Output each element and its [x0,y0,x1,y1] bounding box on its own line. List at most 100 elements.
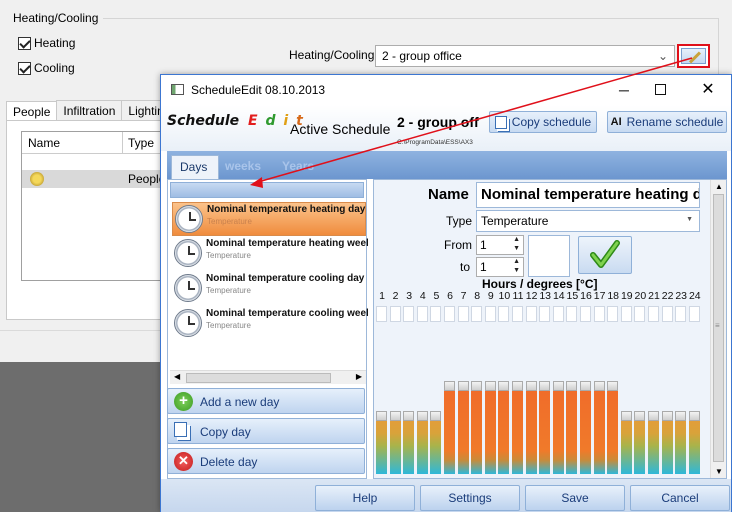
scroll-thumb[interactable] [186,373,331,383]
hour-bar[interactable] [498,381,510,474]
value-box[interactable] [528,235,570,277]
hour-bar[interactable] [484,381,496,474]
hour-bar[interactable] [389,411,401,474]
hour-value-cell[interactable] [566,306,578,322]
hour-value-cell[interactable] [430,306,442,322]
tab-infiltration[interactable]: Infiltration [56,100,123,121]
hour-bar-handle[interactable] [688,411,700,421]
list-item[interactable]: Nominal temperature heating week Tempera… [172,237,368,271]
hour-bar[interactable] [444,381,455,474]
scroll-down-icon[interactable]: ▼ [715,467,723,476]
hour-bar-handle[interactable] [512,381,523,391]
hour-bar-handle[interactable] [471,381,483,391]
hour-value-cell[interactable] [525,306,537,322]
help-button[interactable]: Help [315,485,415,511]
hour-bar-handle[interactable] [403,411,415,421]
hour-bar[interactable] [593,381,605,474]
spin-up-icon[interactable]: ▲ [513,236,520,243]
hour-value-cell[interactable] [539,306,551,322]
tab-people[interactable]: People [6,101,58,122]
hour-value-cell[interactable] [471,306,483,322]
to-spinner[interactable]: 1 ▲ ▼ [476,257,524,277]
tab-days[interactable]: Days [171,155,219,179]
hour-value-cell[interactable] [688,306,700,322]
hour-bar-handle[interactable] [525,381,537,391]
hour-bar-handle[interactable] [593,381,605,391]
editor-vscrollbar[interactable]: ▲ ≡ ▼ [710,180,726,478]
hour-value-cell[interactable] [389,306,401,322]
hour-bar[interactable] [552,381,564,474]
hour-bar-handle[interactable] [580,381,591,391]
hour-bar-handle[interactable] [634,411,646,421]
hour-bar[interactable] [471,381,483,474]
hour-value-cell[interactable] [376,306,387,322]
hour-bar-handle[interactable] [539,381,551,391]
hour-bar-handle[interactable] [620,411,632,421]
maximize-icon[interactable] [655,84,666,95]
hour-bar[interactable] [688,411,700,474]
grid-row[interactable]: People [22,170,165,188]
hour-bar-handle[interactable] [430,411,442,421]
tab-weeks[interactable]: weeks [225,159,261,173]
hour-bar[interactable] [607,381,619,474]
hour-bar-handle[interactable] [484,381,496,391]
hour-bar[interactable] [566,381,578,474]
grid-header-name[interactable]: Name [28,136,60,150]
hour-bar[interactable] [376,411,387,474]
edit-schedule-button[interactable] [677,44,710,68]
spin-up-icon[interactable]: ▲ [513,258,520,265]
type-select[interactable]: Temperature ▼ [476,210,700,232]
hour-bar-handle[interactable] [675,411,687,421]
hour-value-cell[interactable] [403,306,415,322]
add-day-button[interactable]: + Add a new day [167,388,365,414]
spin-down-icon[interactable]: ▼ [513,267,520,274]
hour-value-cell[interactable] [675,306,687,322]
hour-bar-handle[interactable] [661,411,673,421]
hour-value-cell[interactable] [457,306,469,322]
hour-value-cell[interactable] [593,306,605,322]
list-header-bar[interactable] [170,182,364,198]
scroll-up-icon[interactable]: ▲ [715,182,723,191]
hour-bar[interactable] [416,411,428,474]
hour-value-cell[interactable] [648,306,659,322]
scroll-thumb[interactable]: ≡ [713,194,724,462]
close-icon[interactable]: ✕ [700,79,716,98]
hour-value-cell[interactable] [552,306,564,322]
list-hscrollbar[interactable]: ◀ ▶ [170,370,366,384]
delete-day-button[interactable]: ✕ Delete day [167,448,365,474]
hour-bar-handle[interactable] [607,381,619,391]
hour-bar[interactable] [539,381,551,474]
list-item[interactable]: Nominal temperature cooling day Temperat… [172,272,366,306]
hour-value-cell[interactable] [634,306,646,322]
list-item[interactable]: Nominal temperature cooling week Tempera… [172,307,368,341]
hour-bar-handle[interactable] [416,411,428,421]
hour-bar-handle[interactable] [648,411,659,421]
heating-checkbox[interactable] [18,36,31,50]
hour-bar-handle[interactable] [389,411,401,421]
cooling-checkbox[interactable] [18,61,31,75]
hour-bar[interactable] [512,381,523,474]
hour-bar[interactable] [620,411,632,474]
hour-value-cell[interactable] [484,306,496,322]
list-item[interactable]: Nominal temperature heating day Temperat… [172,202,366,236]
schedule-combo[interactable]: 2 - group office ⌄ [375,45,675,67]
copy-schedule-button[interactable]: Copy schedule [489,111,597,133]
hour-bar[interactable] [675,411,687,474]
hour-bar-handle[interactable] [457,381,469,391]
hour-bar[interactable] [525,381,537,474]
save-button[interactable]: Save [525,485,625,511]
copy-day-button[interactable]: Copy day [167,418,365,444]
hour-value-cell[interactable] [607,306,619,322]
hour-value-cell[interactable] [444,306,455,322]
hour-value-cell[interactable] [498,306,510,322]
grid-header-type[interactable]: Type [128,136,154,150]
hour-bar-handle[interactable] [376,411,387,421]
ok-button[interactable] [578,236,632,274]
hour-bar-handle[interactable] [498,381,510,391]
hour-bar[interactable] [661,411,673,474]
hour-value-cell[interactable] [580,306,591,322]
hour-bar[interactable] [403,411,415,474]
heating-checkbox-row[interactable]: Heating [18,36,75,50]
hour-bar[interactable] [457,381,469,474]
hour-bar[interactable] [648,411,659,474]
